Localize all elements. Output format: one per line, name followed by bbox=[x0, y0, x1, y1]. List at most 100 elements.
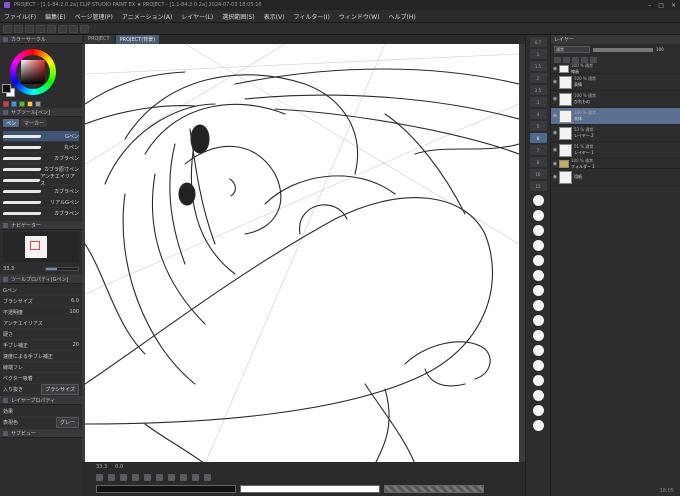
maximize-icon[interactable]: □ bbox=[658, 2, 664, 9]
brush-size-dot[interactable] bbox=[532, 360, 544, 371]
brush-tool-icon[interactable] bbox=[120, 474, 127, 481]
layer-row[interactable]: ◉ 53 % 通常 レイヤー 2 bbox=[551, 125, 680, 142]
brush-item[interactable]: アンチエイリアス bbox=[2, 174, 79, 187]
layer-row-selected[interactable]: ◉ 100 % 通常 本体 bbox=[551, 108, 680, 125]
document-tab-active[interactable]: PROJECT(背景) bbox=[115, 35, 160, 44]
visibility-eye-icon[interactable]: ◉ bbox=[551, 79, 559, 85]
visibility-eye-icon[interactable]: ◉ bbox=[551, 161, 559, 167]
zoom-slider[interactable] bbox=[45, 267, 79, 271]
reference-icon[interactable] bbox=[563, 56, 570, 63]
menu-page[interactable]: ページ管理(P) bbox=[75, 12, 113, 21]
brush-size-item[interactable]: 10 bbox=[529, 169, 547, 179]
brush-size-dot[interactable] bbox=[532, 420, 544, 431]
brush-size-dot[interactable] bbox=[532, 255, 544, 266]
brush-size-item[interactable]: 3 bbox=[529, 97, 547, 107]
brush-size-item[interactable]: 5 bbox=[529, 121, 547, 131]
open-file-button[interactable] bbox=[14, 24, 23, 33]
menu-view[interactable]: 表示(V) bbox=[264, 12, 285, 21]
menu-filter[interactable]: フィルター(I) bbox=[294, 12, 330, 21]
brush-size-dot[interactable] bbox=[532, 285, 544, 296]
layer-row[interactable]: ◉ 100 % 通常 線画 bbox=[551, 63, 680, 74]
brush-size-dot[interactable] bbox=[532, 210, 544, 221]
swatch-green[interactable] bbox=[19, 101, 25, 107]
foreground-color-swatch[interactable] bbox=[2, 84, 11, 93]
visibility-eye-icon[interactable]: ◉ bbox=[551, 130, 559, 136]
brush-size-dot[interactable] bbox=[532, 225, 544, 236]
visibility-eye-icon[interactable]: ◉ bbox=[551, 113, 559, 119]
menu-edit[interactable]: 編集(E) bbox=[45, 12, 65, 21]
brush-size-item-selected[interactable]: 6 bbox=[529, 133, 547, 143]
opacity-value[interactable]: 100 bbox=[656, 47, 664, 52]
pen-tool-icon[interactable] bbox=[96, 474, 103, 481]
pencil-tool-icon[interactable] bbox=[108, 474, 115, 481]
brush-size-item[interactable]: 2 bbox=[529, 73, 547, 83]
fill-tool-icon[interactable] bbox=[144, 474, 151, 481]
brush-size-item[interactable]: 1 bbox=[529, 49, 547, 59]
new-file-button[interactable] bbox=[3, 24, 12, 33]
layer-row[interactable]: ◉ 100 % 通常 表情 bbox=[551, 74, 680, 91]
layer-row[interactable]: ◉ 100 % 通常 ひれもの bbox=[551, 91, 680, 108]
brush-size-item[interactable]: 8 bbox=[529, 157, 547, 167]
transform-button[interactable] bbox=[69, 24, 78, 33]
close-icon[interactable]: × bbox=[671, 2, 676, 9]
swatch-blue[interactable] bbox=[11, 101, 17, 107]
brush-size-dot[interactable] bbox=[532, 300, 544, 311]
navigator-zoom[interactable]: 33.3 bbox=[3, 266, 14, 272]
undo-button[interactable] bbox=[36, 24, 45, 33]
brush-size-dot[interactable] bbox=[532, 270, 544, 281]
eraser-tool-icon[interactable] bbox=[132, 474, 139, 481]
menu-file[interactable]: ファイル(F) bbox=[4, 12, 36, 21]
visibility-eye-icon[interactable]: ◉ bbox=[551, 96, 559, 102]
brush-size-dot[interactable] bbox=[532, 390, 544, 401]
saturation-value-square[interactable] bbox=[21, 60, 45, 84]
navigator-preview[interactable] bbox=[3, 232, 79, 262]
brush-size-dot[interactable] bbox=[532, 330, 544, 341]
redo-button[interactable] bbox=[47, 24, 56, 33]
swatch-yellow[interactable] bbox=[27, 101, 33, 107]
gradient-tool-icon[interactable] bbox=[156, 474, 163, 481]
brush-size-dot[interactable] bbox=[532, 195, 544, 206]
clip-icon[interactable] bbox=[554, 56, 561, 63]
blend-mode-select[interactable]: 通常 bbox=[554, 46, 590, 53]
swatch-red[interactable] bbox=[3, 101, 9, 107]
swatch-gray[interactable] bbox=[35, 101, 41, 107]
status-angle[interactable]: 0.0 bbox=[115, 464, 123, 470]
move-tool-icon[interactable] bbox=[168, 474, 175, 481]
brush-size-dot[interactable] bbox=[532, 315, 544, 326]
layer-row[interactable]: ◉ 用紙 bbox=[551, 169, 680, 186]
document-tab[interactable]: PROJECT bbox=[84, 35, 114, 44]
text-tool-icon[interactable] bbox=[192, 474, 199, 481]
opacity-slider[interactable] bbox=[593, 47, 653, 52]
prop-value[interactable]: 100 bbox=[69, 309, 79, 315]
expression-select[interactable]: グレー bbox=[55, 416, 79, 428]
snap-button[interactable] bbox=[80, 24, 89, 33]
brush-size-dot[interactable] bbox=[532, 375, 544, 386]
tab-marker[interactable]: マーカー bbox=[21, 119, 48, 127]
hue-ring[interactable] bbox=[10, 49, 56, 95]
menu-layer[interactable]: レイヤー(L) bbox=[181, 12, 213, 21]
menu-window[interactable]: ウィンドウ(W) bbox=[339, 12, 380, 21]
select-tool-icon[interactable] bbox=[180, 474, 187, 481]
tab-pen[interactable]: ペン bbox=[3, 119, 20, 127]
brush-size-dot[interactable] bbox=[532, 405, 544, 416]
brush-item[interactable]: リアルGペン bbox=[2, 197, 79, 208]
eyedropper-tool-icon[interactable] bbox=[204, 474, 211, 481]
brush-size-item[interactable]: 1.5 bbox=[529, 61, 547, 71]
visibility-eye-icon[interactable]: ◉ bbox=[551, 66, 559, 72]
drawing-canvas[interactable] bbox=[85, 44, 519, 464]
brush-item[interactable]: Gペン bbox=[2, 131, 79, 142]
brush-size-item[interactable]: 4 bbox=[529, 109, 547, 119]
navigator-view-frame[interactable] bbox=[30, 241, 40, 250]
brush-item[interactable]: カブラペン bbox=[2, 153, 79, 164]
menu-help[interactable]: ヘルプ(H) bbox=[388, 12, 415, 21]
brush-size-item[interactable]: 0.7 bbox=[529, 37, 547, 47]
brush-item[interactable]: カブラペン bbox=[2, 186, 79, 197]
visibility-eye-icon[interactable]: ◉ bbox=[551, 147, 559, 153]
layer-row[interactable]: ◉ 51 % 通常 レイヤー 1 bbox=[551, 142, 680, 159]
brush-size-item[interactable]: 12 bbox=[529, 181, 547, 191]
status-zoom[interactable]: 33.3 bbox=[96, 464, 107, 470]
minimize-icon[interactable]: – bbox=[648, 2, 651, 9]
prop-value[interactable]: 6.0 bbox=[71, 298, 79, 304]
menu-animation[interactable]: アニメーション(A) bbox=[122, 12, 173, 21]
brush-size-dot[interactable] bbox=[532, 240, 544, 251]
